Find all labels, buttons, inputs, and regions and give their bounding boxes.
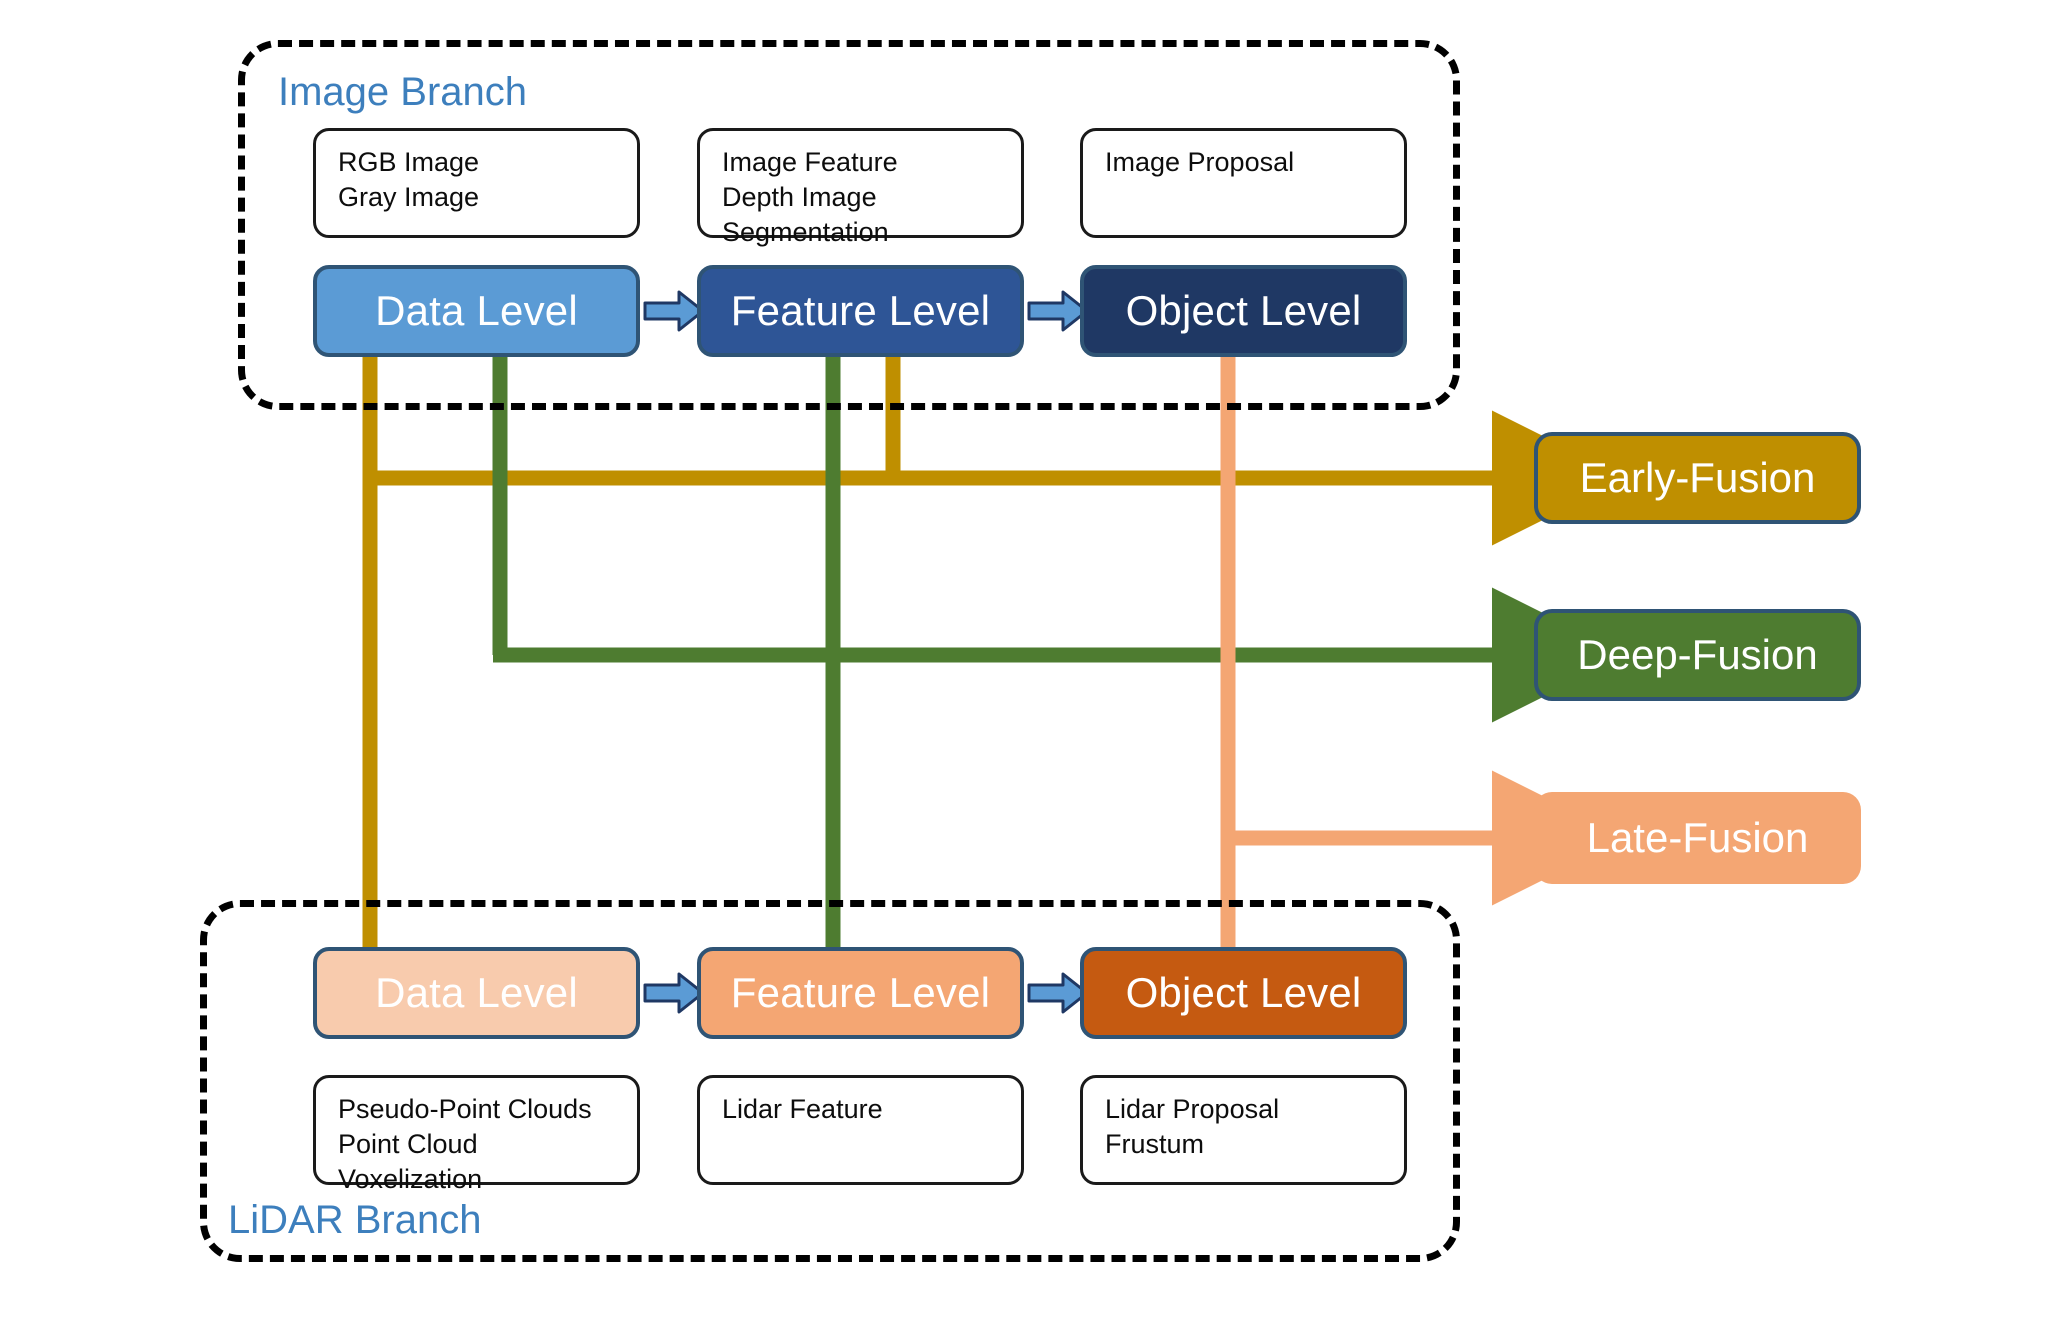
lidar-data-details: Pseudo-Point Clouds Point Cloud Voxeliza…	[313, 1075, 640, 1194]
image-object-level[interactable]: Object Level	[1080, 265, 1407, 357]
detail-line: Image Feature	[722, 147, 898, 177]
lidar-feature-level[interactable]: Feature Level	[697, 947, 1024, 1039]
image-data-level[interactable]: Data Level	[313, 265, 640, 357]
detail-line: RGB Image	[338, 147, 480, 177]
detail-line: Lidar Feature	[722, 1094, 883, 1124]
detail-line: Frustum	[1105, 1129, 1205, 1160]
early-fusion[interactable]: Early-Fusion	[1534, 432, 1861, 524]
lidar-branch-label: LiDAR Branch	[228, 1198, 482, 1242]
detail-line: Voxelization	[338, 1164, 483, 1195]
step-arrow-image-1	[643, 290, 705, 332]
image-branch-label: Image Branch	[278, 70, 528, 114]
image-feature-level[interactable]: Feature Level	[697, 265, 1024, 357]
wire-early-fusion	[362, 356, 1627, 948]
detail-line: Image Proposal	[1105, 147, 1295, 177]
image-data-details: RGB Image Gray Image	[313, 128, 640, 238]
late-fusion[interactable]: Late-Fusion	[1534, 792, 1861, 884]
step-arrow-lidar-1	[643, 972, 705, 1014]
diagram-canvas: Image Branch RGB Image Gray Image Image …	[0, 0, 2054, 1318]
image-object-details: Image Proposal	[1080, 128, 1407, 238]
detail-line: Depth Image	[722, 182, 877, 213]
detail-line: Pseudo-Point Clouds	[338, 1094, 592, 1124]
image-feature-details: Image Feature Depth Image Segmentation	[697, 128, 1024, 247]
deep-fusion[interactable]: Deep-Fusion	[1534, 609, 1861, 701]
detail-line: Point Cloud	[338, 1129, 478, 1160]
lidar-object-level[interactable]: Object Level	[1080, 947, 1407, 1039]
lidar-feature-details: Lidar Feature	[697, 1075, 1024, 1185]
lidar-data-level[interactable]: Data Level	[313, 947, 640, 1039]
detail-line: Segmentation	[722, 217, 889, 248]
detail-line: Gray Image	[338, 182, 480, 213]
detail-line: Lidar Proposal	[1105, 1094, 1280, 1124]
wire-deep-fusion	[492, 356, 1627, 948]
lidar-object-details: Lidar Proposal Frustum	[1080, 1075, 1407, 1185]
